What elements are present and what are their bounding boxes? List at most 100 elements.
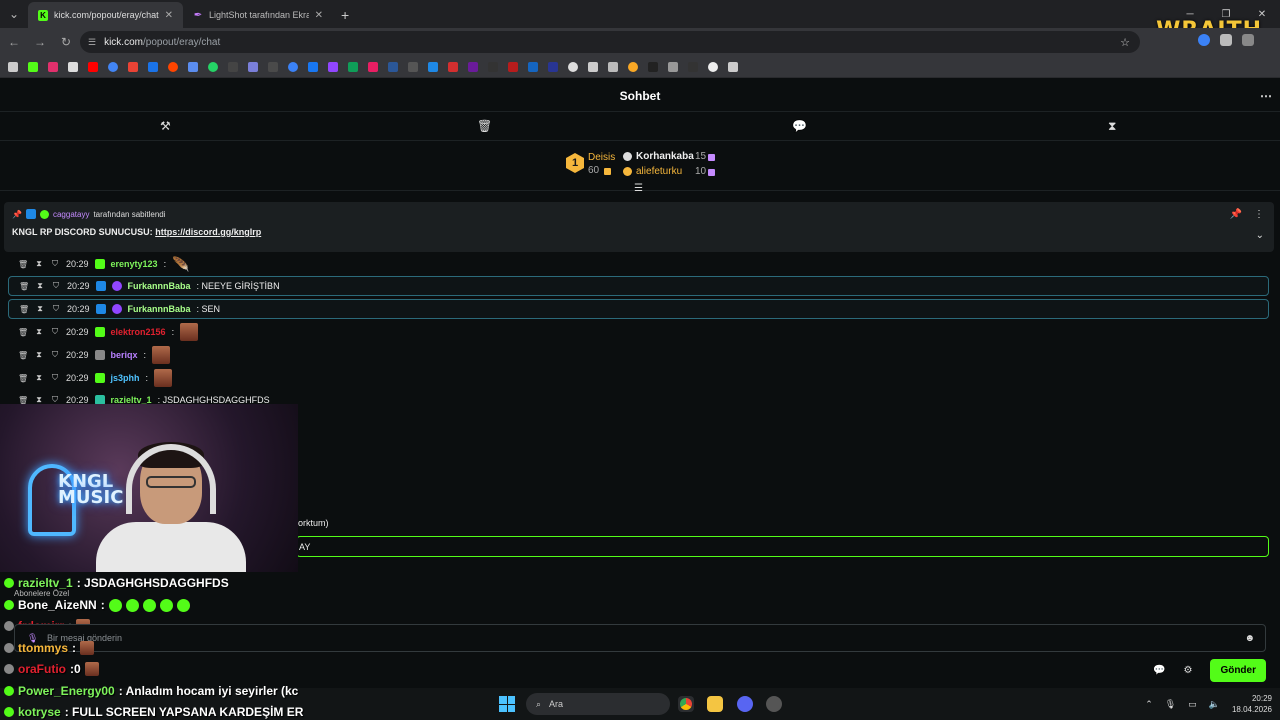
timeout-icon[interactable]: ⧗ xyxy=(34,259,44,269)
leader-name-2[interactable]: Korhankaba xyxy=(636,151,694,162)
bookmark-icon[interactable] xyxy=(268,61,278,72)
bookmark-icon[interactable] xyxy=(428,61,438,72)
timeout-icon[interactable]: ⧗ xyxy=(34,327,44,337)
send-button[interactable]: Gönder xyxy=(1210,659,1266,682)
reload-icon[interactable]: ↻ xyxy=(54,30,78,54)
apps-grid-icon[interactable] xyxy=(8,61,18,72)
tab-search-icon[interactable]: ⌄ xyxy=(0,0,28,28)
bookmark-instagram-icon[interactable] xyxy=(48,61,58,72)
bookmark-google-icon[interactable] xyxy=(108,61,118,72)
bookmark-star-icon[interactable]: ☆ xyxy=(1120,36,1130,49)
bookmark-icon[interactable] xyxy=(708,61,718,72)
bookmark-icon[interactable] xyxy=(528,61,538,72)
delete-icon[interactable]: 🗑 xyxy=(19,305,29,314)
chat-bubble-icon[interactable]: 💬 xyxy=(1153,665,1165,676)
ban-hammer-icon[interactable]: ⚒ xyxy=(160,119,171,133)
chevron-down-icon[interactable]: ⌄ xyxy=(1256,230,1264,241)
message-user[interactable]: erenyty123 xyxy=(111,259,158,269)
timeout-icon[interactable]: ⧗ xyxy=(34,350,44,360)
bookmark-icon[interactable] xyxy=(188,61,198,72)
tab-lightshot[interactable]: ✒ LightShot tarafından Ekran Gör ✕ xyxy=(183,2,333,28)
discord-icon[interactable] xyxy=(737,696,753,712)
unpin-icon[interactable]: 📌 xyxy=(1230,209,1242,220)
extension-icon[interactable] xyxy=(1220,34,1232,46)
extension-icon[interactable] xyxy=(1242,34,1254,46)
bookmark-gmail-icon[interactable] xyxy=(128,61,138,72)
bookmark-reddit-icon[interactable] xyxy=(168,61,178,72)
ban-icon[interactable]: ⛉ xyxy=(50,350,60,360)
collapse-icon[interactable]: ☰ xyxy=(634,183,643,194)
new-tab-button[interactable]: + xyxy=(333,2,357,28)
bookmark-icon[interactable] xyxy=(408,61,418,72)
bookmark-icon[interactable] xyxy=(508,61,518,72)
ban-icon[interactable]: ⛉ xyxy=(51,304,61,314)
bookmark-icon[interactable] xyxy=(688,61,698,72)
pinned-link[interactable]: https://discord.gg/knglrp xyxy=(155,227,261,237)
bookmark-whatsapp-icon[interactable] xyxy=(208,61,218,72)
message-user[interactable]: FurkannnBaba xyxy=(128,304,191,314)
bookmark-icon[interactable] xyxy=(568,61,578,72)
clock[interactable]: 20:29 18.04.2026 xyxy=(1232,693,1272,715)
delete-icon[interactable]: 🗑 xyxy=(18,328,28,337)
display-icon[interactable]: ▭ xyxy=(1188,699,1197,710)
back-icon[interactable]: ← xyxy=(2,30,26,54)
delete-icon[interactable]: 🗑 xyxy=(18,260,28,269)
bookmark-youtube-icon[interactable] xyxy=(88,61,98,72)
ban-icon[interactable]: ⛉ xyxy=(50,373,60,383)
trash-icon[interactable]: 🗑 xyxy=(477,119,492,133)
message-user[interactable]: js3phh xyxy=(111,373,140,383)
message-user[interactable]: FurkannnBaba xyxy=(128,281,191,291)
pinned-more-icon[interactable]: ⋮ xyxy=(1254,209,1264,220)
extension-icon[interactable] xyxy=(1198,34,1210,46)
windows-start-icon[interactable] xyxy=(499,696,515,712)
bookmark-icon[interactable] xyxy=(668,61,678,72)
microphone-icon[interactable]: 🎙 xyxy=(1165,699,1176,710)
tab-kick-chat[interactable]: K kick.com/popout/eray/chat ✕ xyxy=(28,2,183,28)
delete-icon[interactable]: 🗑 xyxy=(18,374,28,383)
site-info-icon[interactable]: ☰ xyxy=(88,37,96,48)
more-options-icon[interactable]: ⋯ xyxy=(1260,89,1272,103)
leader-name-1[interactable]: Deisis xyxy=(588,152,615,163)
message-user[interactable]: elektron2156 xyxy=(111,327,166,337)
tab-close-icon[interactable]: ✕ xyxy=(315,10,323,21)
ban-icon[interactable]: ⛉ xyxy=(50,327,60,337)
bookmark-icon[interactable] xyxy=(448,61,458,72)
timeout-icon[interactable]: ⧗ xyxy=(34,373,44,383)
ban-icon[interactable]: ⛉ xyxy=(50,259,60,269)
delete-icon[interactable]: 🗑 xyxy=(19,282,29,291)
bookmark-icon[interactable] xyxy=(608,61,618,72)
bookmark-icon[interactable] xyxy=(588,61,598,72)
forward-icon[interactable]: → xyxy=(28,30,52,54)
bookmark-icon[interactable] xyxy=(628,61,638,72)
bookmark-icon[interactable] xyxy=(648,61,658,72)
bookmark-icon[interactable] xyxy=(248,61,258,72)
timeout-icon[interactable]: ⧗ xyxy=(35,304,45,314)
chat-input[interactable]: 🎙 Bir mesaj gönderin ☻ xyxy=(14,624,1266,652)
taskbar-search[interactable]: ⌕ Ara xyxy=(526,693,670,715)
bookmark-facebook-icon[interactable] xyxy=(308,61,318,72)
bookmark-x-icon[interactable] xyxy=(68,61,78,72)
bookmark-icon[interactable] xyxy=(488,61,498,72)
bookmark-icon[interactable] xyxy=(388,61,398,72)
hourglass-icon[interactable]: ⧗ xyxy=(1108,119,1116,134)
delete-icon[interactable]: 🗑 xyxy=(18,351,28,360)
tab-close-icon[interactable]: ✕ xyxy=(165,10,173,21)
bookmark-icon[interactable] xyxy=(468,61,478,72)
chrome-taskbar-icon[interactable] xyxy=(678,696,694,712)
bookmark-icon[interactable] xyxy=(148,61,158,72)
ban-icon[interactable]: ⛉ xyxy=(51,281,61,291)
timeout-icon[interactable]: ⧗ xyxy=(35,281,45,291)
bookmark-icon[interactable] xyxy=(228,61,238,72)
bookmark-icon[interactable] xyxy=(548,61,558,72)
bookmark-icon[interactable] xyxy=(348,61,358,72)
message-user[interactable]: beriqx xyxy=(111,350,138,360)
bookmark-twitch-icon[interactable] xyxy=(328,61,338,72)
settings-gear-icon[interactable]: ⚙ xyxy=(1183,665,1192,676)
chat-bubble-icon[interactable]: 💬 xyxy=(792,119,807,133)
bookmark-icon[interactable] xyxy=(288,61,298,72)
pinned-by-user[interactable]: caggatayy xyxy=(53,210,89,219)
url-field[interactable]: ☰ kick.com/popout/eray/chat ☆ xyxy=(80,31,1140,53)
emoji-icon[interactable]: ☻ xyxy=(1244,633,1255,644)
file-explorer-icon[interactable] xyxy=(707,696,723,712)
bookmark-kick-icon[interactable] xyxy=(28,61,38,72)
